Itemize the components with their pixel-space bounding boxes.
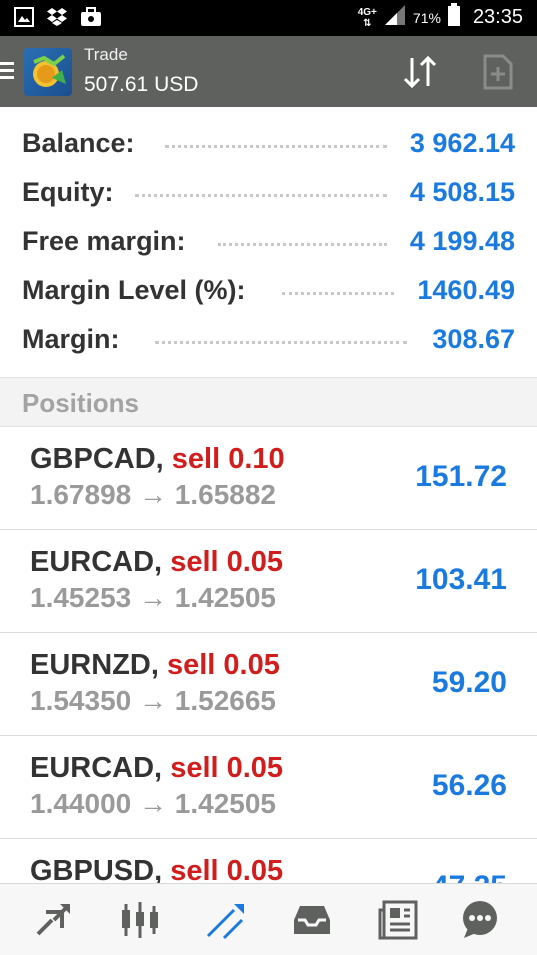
chat-icon[interactable] <box>458 898 502 942</box>
app-header: Trade 507.61 USD <box>0 36 537 107</box>
open-price: 1.54350 <box>30 685 132 716</box>
position-profit: 151.72 <box>415 460 507 493</box>
summary-row-balance: Balance: 3 962.14 <box>0 120 537 169</box>
current-price: 1.65882 <box>174 479 276 510</box>
network-type: 4G+ <box>357 6 377 18</box>
position-direction: sell 0.05 <box>170 752 284 784</box>
position-profit: 47.25 <box>432 870 507 883</box>
position-row[interactable]: EURNZD, sell 0.05 1.54350 → 1.52665 59.2… <box>0 633 537 736</box>
bottom-navigation <box>0 883 537 955</box>
summary-row-margin-level: Margin Level (%): 1460.49 <box>0 267 537 316</box>
summary-value: 1460.49 <box>417 275 515 305</box>
dot-leader <box>155 340 407 344</box>
price-arrow: → <box>139 582 167 613</box>
position-symbol: GBPUSD, <box>30 855 163 883</box>
header-title: Trade <box>84 45 128 64</box>
status-bar: 4G+ ⇅ 71% 23:35 <box>0 0 537 36</box>
dropbox-icon <box>46 7 68 27</box>
position-prices: 1.44000 → 1.42505 <box>30 788 276 820</box>
summary-value: 4 508.15 <box>409 177 515 207</box>
dot-leader <box>165 144 387 148</box>
position-row[interactable]: GBPCAD, sell 0.10 1.67898 → 1.65882 151.… <box>0 427 537 530</box>
position-prices: 1.45253 → 1.42505 <box>30 582 276 614</box>
summary-value: 4 199.48 <box>409 226 515 256</box>
summary-label: Equity: <box>22 177 114 207</box>
summary-value: 3 962.14 <box>409 128 515 158</box>
clock: 23:35 <box>472 6 523 28</box>
position-direction: sell 0.05 <box>166 649 280 681</box>
price-arrow: → <box>139 479 167 510</box>
position-profit: 59.20 <box>431 666 507 699</box>
position-profit: 103.41 <box>415 563 507 596</box>
price-arrow: → <box>139 685 167 716</box>
battery-percent: 71% <box>412 9 441 26</box>
open-price: 1.44000 <box>30 788 132 819</box>
positions-list[interactable]: GBPCAD, sell 0.10 1.67898 → 1.65882 151.… <box>0 427 537 883</box>
position-title: GBPUSD, sell 0.05 <box>30 855 283 883</box>
position-title: EURCAD, sell 0.05 <box>30 752 283 785</box>
news-icon[interactable] <box>376 898 420 942</box>
position-direction: sell 0.10 <box>171 443 285 475</box>
position-symbol: EURCAD, <box>30 546 163 578</box>
summary-label: Balance: <box>22 128 135 158</box>
open-price: 1.45253 <box>30 582 132 613</box>
price-arrow: → <box>139 788 167 819</box>
sort-icon[interactable] <box>400 52 440 92</box>
new-order-icon[interactable] <box>482 54 514 90</box>
summary-label: Margin Level (%): <box>22 275 246 305</box>
status-left-icons <box>14 7 102 27</box>
position-symbol: GBPCAD, <box>30 443 164 475</box>
position-title: GBPCAD, sell 0.10 <box>30 443 285 476</box>
position-symbol: EURCAD, <box>30 752 163 784</box>
position-title: EURCAD, sell 0.05 <box>30 546 283 579</box>
account-summary: Balance: 3 962.14 Equity: 4 508.15 Free … <box>0 107 537 377</box>
summary-value: 308.67 <box>432 324 515 354</box>
positions-section-header: Positions <box>0 377 537 427</box>
menu-icon[interactable] <box>0 62 14 80</box>
app-logo[interactable] <box>24 48 72 96</box>
position-direction: sell 0.05 <box>170 546 284 578</box>
summary-row-equity: Equity: 4 508.15 <box>0 169 537 218</box>
image-icon <box>14 7 34 27</box>
section-title: Positions <box>22 388 140 418</box>
network-arrows: ⇅ <box>363 17 372 29</box>
position-row[interactable]: GBPUSD, sell 0.05 47.25 <box>0 839 537 883</box>
open-price: 1.67898 <box>30 479 132 510</box>
position-row[interactable]: EURCAD, sell 0.05 1.44000 → 1.42505 56.2… <box>0 736 537 839</box>
position-symbol: EURNZD, <box>30 649 159 681</box>
trade-icon[interactable] <box>204 898 248 942</box>
account-profit: 507.61 USD <box>84 73 199 96</box>
status-right: 4G+ ⇅ 71% 23:35 <box>358 3 523 32</box>
current-price: 1.52665 <box>174 685 276 716</box>
position-profit: 56.26 <box>431 769 507 802</box>
position-direction: sell 0.05 <box>170 855 284 883</box>
summary-label: Margin: <box>22 324 120 354</box>
network-indicator: 4G+ ⇅ <box>358 7 377 29</box>
position-row[interactable]: EURCAD, sell 0.05 1.45253 → 1.42505 103.… <box>0 530 537 633</box>
current-price: 1.42505 <box>174 788 276 819</box>
position-title: EURNZD, sell 0.05 <box>30 649 280 682</box>
history-icon[interactable] <box>290 898 334 942</box>
quotes-icon[interactable] <box>32 898 76 942</box>
position-prices: 1.67898 → 1.65882 <box>30 479 276 511</box>
chart-icon[interactable] <box>118 898 162 942</box>
summary-row-margin: Margin: 308.67 <box>0 316 537 365</box>
summary-row-free-margin: Free margin: 4 199.48 <box>0 218 537 267</box>
dot-leader <box>135 193 387 197</box>
signal-icon <box>383 4 407 31</box>
position-prices: 1.54350 → 1.52665 <box>30 685 276 717</box>
current-price: 1.42505 <box>174 582 276 613</box>
briefcase-icon <box>80 7 102 27</box>
dot-leader <box>218 242 387 246</box>
battery-icon <box>447 3 461 32</box>
summary-label: Free margin: <box>22 226 186 256</box>
dot-leader <box>282 291 394 295</box>
